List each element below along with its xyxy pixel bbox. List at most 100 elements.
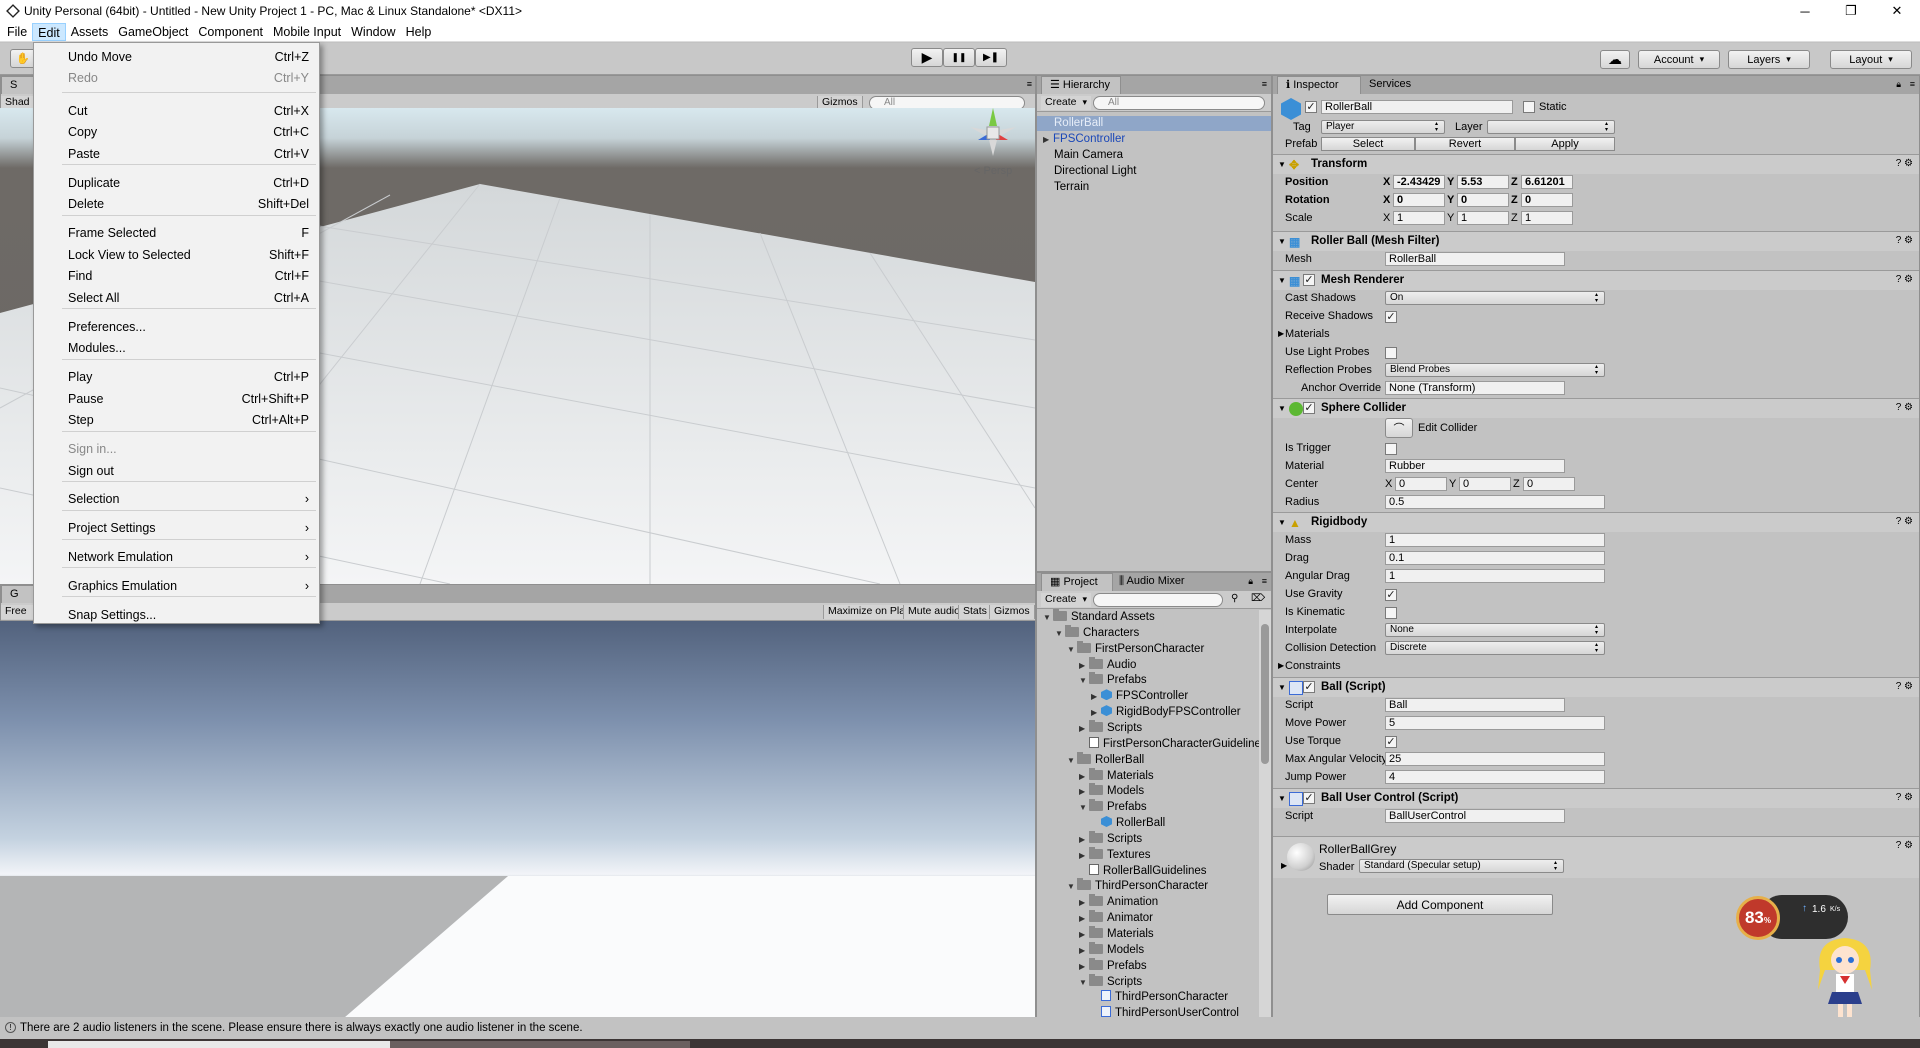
hierarchy-item-rollerball[interactable]: RollerBall	[1054, 116, 1103, 131]
hierarchy-item-directional-light[interactable]: Directional Light	[1054, 164, 1136, 179]
menu-item-paste[interactable]: Paste Ctrl+V	[34, 144, 319, 164]
constraints-row[interactable]: ▶ Constraints	[1273, 658, 1919, 676]
game-viewport[interactable]	[0, 621, 1035, 1017]
foldout-arrow-icon[interactable]: ▼	[1278, 683, 1286, 692]
project-item[interactable]: ▶ Animator	[1079, 910, 1153, 926]
layer-dropdown[interactable]	[1487, 120, 1615, 134]
project-item[interactable]: ▶ Models	[1079, 783, 1144, 799]
project-item[interactable]: ▼ Scripts	[1079, 973, 1142, 990]
panel-menu-icon[interactable]: ≡	[1262, 79, 1267, 89]
project-item[interactable]: ▶ Scripts	[1079, 719, 1142, 736]
materials-row[interactable]: ▶ Materials	[1273, 326, 1919, 344]
tab-audio-mixer[interactable]: ⫼ Audio Mixer	[1119, 575, 1185, 588]
panel-menu-icon[interactable]: ≡	[1262, 576, 1267, 586]
max-angular-velocity-field[interactable]: 25	[1385, 752, 1605, 766]
component-settings-icon[interactable]: ? ⚙	[1896, 792, 1913, 803]
project-item[interactable]: ▼ FirstPersonCharacter	[1067, 640, 1204, 657]
game-gizmos-dropdown[interactable]: Gizmos	[989, 605, 1035, 619]
prefab-apply-button[interactable]: Apply	[1515, 137, 1615, 151]
collapsed-arrow-icon[interactable]: ▶	[1079, 721, 1089, 736]
expanded-arrow-icon[interactable]: ▼	[1079, 800, 1089, 815]
lock-icon[interactable]: 🔒︎	[1896, 79, 1901, 90]
menu-item-redo[interactable]: Redo Ctrl+Y	[34, 68, 319, 88]
ball-script-header[interactable]: ▼ ✓ Ball (Script) ? ⚙	[1273, 677, 1919, 697]
pause-button[interactable]: ❚❚	[943, 48, 975, 67]
angular-drag-field[interactable]: 1	[1385, 569, 1605, 583]
project-create-dropdown[interactable]: Create	[1041, 593, 1092, 607]
lock-icon[interactable]: 🔒︎	[1248, 576, 1253, 587]
shader-dropdown[interactable]: Standard (Specular setup)	[1359, 859, 1564, 873]
ball-script-enabled-checkbox[interactable]: ✓	[1303, 681, 1315, 693]
edit-collider-icon[interactable]: ⌒	[1385, 418, 1413, 438]
tab-inspector[interactable]: ℹ Inspector	[1277, 76, 1361, 94]
light-probes-checkbox[interactable]	[1385, 347, 1397, 359]
radius-field[interactable]: 0.5	[1385, 495, 1605, 509]
layers-dropdown[interactable]: Layers	[1728, 50, 1810, 69]
prefab-select-button[interactable]: Select	[1321, 137, 1415, 151]
project-item[interactable]: ▶ Scripts	[1079, 830, 1142, 847]
play-button[interactable]: ▶	[911, 48, 943, 67]
collapsed-arrow-icon[interactable]: ▶	[1079, 959, 1089, 974]
sphere-collider-header[interactable]: ▼ ✓ Sphere Collider ? ⚙	[1273, 398, 1919, 418]
project-search-input[interactable]	[1093, 593, 1223, 607]
menu-item-modules[interactable]: Modules...	[34, 338, 319, 358]
mesh-renderer-header[interactable]: ▼ ▦ ✓ Mesh Renderer ? ⚙	[1273, 270, 1919, 290]
mass-field[interactable]: 1	[1385, 533, 1605, 547]
scrollbar-thumb[interactable]	[1261, 624, 1269, 764]
interpolate-dropdown[interactable]: None	[1385, 623, 1605, 637]
collision-detection-dropdown[interactable]: Discrete	[1385, 641, 1605, 655]
expanded-arrow-icon[interactable]: ▼	[1067, 753, 1077, 768]
menu-window[interactable]: Window	[346, 23, 400, 41]
project-item[interactable]: ▼ Standard Assets	[1043, 609, 1155, 625]
sphere-collider-enabled-checkbox[interactable]: ✓	[1303, 402, 1315, 414]
menu-file[interactable]: File	[2, 23, 32, 41]
tab-project[interactable]: ▦ Project	[1041, 573, 1113, 591]
component-settings-icon[interactable]: ? ⚙	[1896, 681, 1913, 692]
menu-assets[interactable]: Assets	[66, 23, 114, 41]
rigidbody-header[interactable]: ▼ ▲ Rigidbody ? ⚙	[1273, 512, 1919, 532]
mascot-avatar-icon[interactable]	[1810, 930, 1880, 1020]
scale-y-field[interactable]: 1	[1457, 211, 1509, 225]
add-component-button[interactable]: Add Component	[1327, 894, 1553, 915]
menu-item-frame-selected[interactable]: Frame Selected F	[34, 223, 319, 243]
hierarchy-item-terrain[interactable]: Terrain	[1054, 180, 1089, 195]
menu-item-cut[interactable]: Cut Ctrl+X	[34, 101, 319, 121]
object-name-field[interactable]: RollerBall	[1321, 100, 1513, 114]
menu-item-preferences[interactable]: Preferences...	[34, 317, 319, 337]
menu-item-find[interactable]: Find Ctrl+F	[34, 266, 319, 286]
menu-item-snap-settings[interactable]: Snap Settings...	[34, 605, 319, 625]
rotation-x-field[interactable]: 0	[1393, 193, 1445, 207]
menu-item-pause[interactable]: Pause Ctrl+Shift+P	[34, 389, 319, 409]
component-settings-icon[interactable]: ? ⚙	[1896, 840, 1913, 851]
menu-mobile-input[interactable]: Mobile Input	[268, 23, 346, 41]
hierarchy-search-input[interactable]: All	[1093, 96, 1265, 110]
collapsed-arrow-icon[interactable]: ▶	[1079, 658, 1089, 673]
collapsed-arrow-icon[interactable]: ▶	[1079, 943, 1089, 958]
menu-item-step[interactable]: Step Ctrl+Alt+P	[34, 410, 319, 430]
active-checkbox[interactable]: ✓	[1305, 101, 1317, 113]
project-item[interactable]: ▶ Textures	[1079, 846, 1150, 863]
collapsed-arrow-icon[interactable]: ▶	[1079, 784, 1089, 799]
physic-material-field[interactable]: Rubber	[1385, 459, 1565, 473]
jump-power-field[interactable]: 4	[1385, 770, 1605, 784]
menu-item-lock-view-to-selected[interactable]: Lock View to Selected Shift+F	[34, 245, 319, 265]
ball-user-control-header[interactable]: ▼ ✓ Ball User Control (Script) ? ⚙	[1273, 788, 1919, 808]
use-torque-checkbox[interactable]: ✓	[1385, 736, 1397, 748]
menu-gameobject[interactable]: GameObject	[113, 23, 193, 41]
transform-header[interactable]: ▼ ✥ Transform ? ⚙	[1273, 154, 1919, 174]
close-button[interactable]: ✕	[1874, 0, 1920, 22]
expanded-arrow-icon[interactable]: ▼	[1043, 610, 1053, 625]
collapsed-arrow-icon[interactable]: ▶	[1079, 895, 1089, 910]
project-item[interactable]: ▶ Audio	[1079, 656, 1136, 673]
static-checkbox[interactable]	[1523, 101, 1535, 113]
project-item[interactable]: ▼ Characters	[1055, 624, 1139, 641]
tab-hierarchy[interactable]: ☰ Hierarchy	[1041, 76, 1121, 94]
project-item[interactable]: ▶ RigidBodyFPSController	[1091, 705, 1241, 720]
mesh-filter-header[interactable]: ▼ ▦ Roller Ball (Mesh Filter) ? ⚙	[1273, 231, 1919, 251]
project-item[interactable]: ▼ RollerBall	[1067, 751, 1144, 768]
expanded-arrow-icon[interactable]: ▼	[1067, 879, 1077, 894]
foldout-arrow-icon[interactable]: ▶	[1281, 861, 1287, 870]
menu-item-project-settings[interactable]: Project Settings ›	[34, 518, 319, 538]
stats-toggle[interactable]: Stats	[958, 605, 992, 619]
menu-edit[interactable]: Edit	[32, 22, 66, 41]
